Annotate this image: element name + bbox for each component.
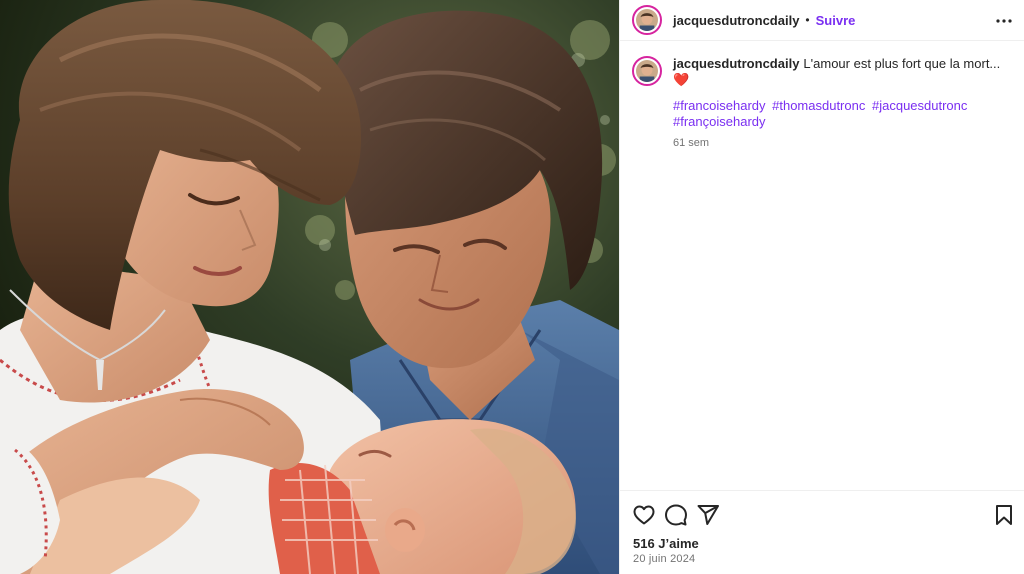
post-photo[interactable] (0, 0, 619, 574)
post-age[interactable]: 61 sem (673, 135, 1012, 151)
family-photo-illustration (0, 0, 619, 574)
separator-dot: • (805, 13, 810, 27)
hashtag-list: #francoisehardy #thomasdutronc #jacquesd… (673, 98, 973, 130)
avatar-image (636, 60, 658, 82)
send-icon[interactable] (696, 503, 720, 527)
bookmark-icon[interactable] (992, 503, 1016, 527)
caption-body: jacquesdutroncdaily L'amour est plus fort… (673, 56, 1012, 151)
post-date: 20 juin 2024 (633, 553, 696, 565)
username[interactable]: jacquesdutroncdaily (673, 13, 799, 28)
heart-icon[interactable] (632, 503, 656, 527)
hashtag-link[interactable]: #thomasdutronc (772, 98, 865, 113)
follow-button[interactable]: Suivre (816, 13, 856, 28)
hashtag-link[interactable]: #jacquesdutronc (872, 98, 967, 113)
action-bar: 516 J’aime 20 juin 2024 (620, 490, 1024, 574)
caption-avatar[interactable] (632, 56, 662, 86)
more-options-icon[interactable] (995, 12, 1013, 30)
post-viewer: jacquesdutroncdaily • Suivre jacquesdutr… (0, 0, 1024, 574)
caption: jacquesdutroncdaily L'amour est plus fort… (632, 56, 1012, 151)
post-side-panel: jacquesdutroncdaily • Suivre jacquesdutr… (619, 0, 1024, 574)
comment-icon[interactable] (664, 503, 688, 527)
caption-username[interactable]: jacquesdutroncdaily (673, 56, 799, 71)
hashtag-link[interactable]: #francoisehardy (673, 98, 766, 113)
avatar[interactable] (632, 5, 662, 35)
likes-count[interactable]: 516 J’aime (633, 536, 699, 551)
post-header: jacquesdutroncdaily • Suivre (620, 0, 1024, 41)
hashtag-link[interactable]: #françoisehardy (673, 114, 766, 129)
avatar-image (636, 9, 658, 31)
